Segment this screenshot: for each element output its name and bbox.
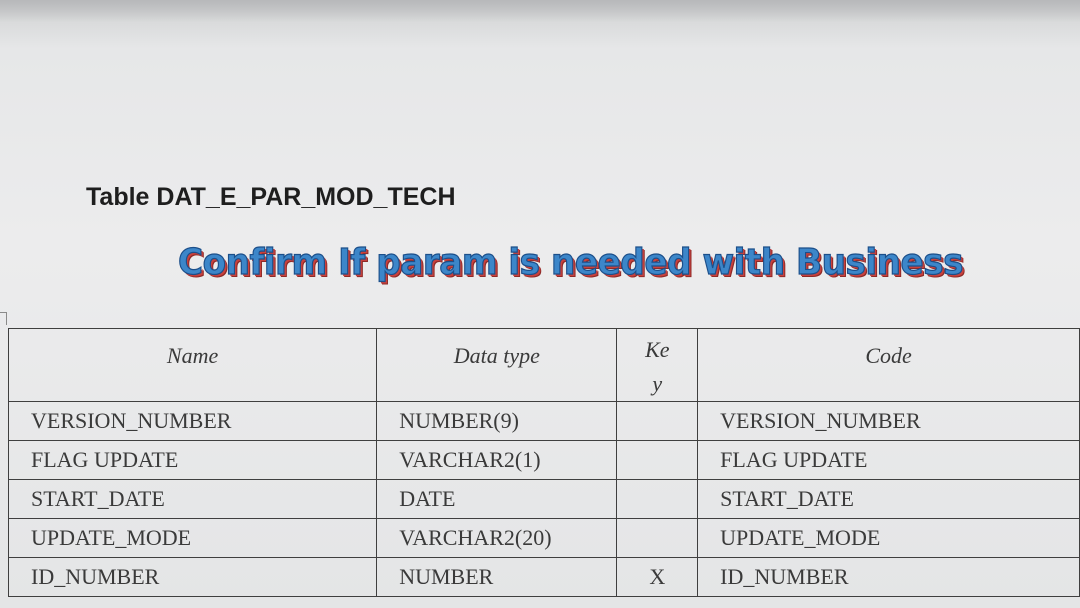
- header-key: Key: [616, 328, 699, 402]
- page-top-shadow: [0, 0, 1080, 22]
- header-data-type: Data type: [376, 328, 618, 402]
- table-row: VERSION_NUMBER NUMBER(9) VERSION_NUMBER: [7, 401, 1080, 441]
- cell-data-type: DATE: [376, 479, 618, 519]
- margin-mark: [0, 312, 7, 325]
- cell-key: X: [616, 557, 699, 597]
- cell-name: ID_NUMBER: [7, 557, 378, 597]
- cell-name: START_DATE: [7, 479, 378, 519]
- table-row: ID_NUMBER NUMBER X ID_NUMBER: [7, 557, 1080, 597]
- cell-code: ID_NUMBER: [697, 557, 1080, 597]
- table-row: UPDATE_MODE VARCHAR2(20) UPDATE_MODE: [7, 518, 1080, 558]
- document-title: Table DAT_E_PAR_MOD_TECH: [86, 183, 456, 211]
- business-confirmation-banner: Confirm If param is needed with Business: [177, 241, 964, 283]
- cell-key: [616, 479, 699, 519]
- cell-data-type: VARCHAR2(1): [376, 440, 618, 480]
- column-definition-table: Name Data type Key Code VERSION_NUMBER N…: [7, 328, 1080, 597]
- header-name: Name: [7, 328, 378, 402]
- cell-data-type: VARCHAR2(20): [376, 518, 618, 558]
- cell-key: [616, 401, 699, 441]
- table-header-row: Name Data type Key Code: [7, 328, 1080, 402]
- cell-code: START_DATE: [697, 479, 1080, 519]
- header-code: Code: [697, 328, 1080, 402]
- cell-key: [616, 440, 699, 480]
- cell-code: FLAG UPDATE: [697, 440, 1080, 480]
- cell-name: UPDATE_MODE: [7, 518, 378, 558]
- cell-data-type: NUMBER(9): [376, 401, 618, 441]
- cell-data-type: NUMBER: [376, 557, 618, 597]
- cell-name: FLAG UPDATE: [7, 440, 378, 480]
- cell-code: UPDATE_MODE: [697, 518, 1080, 558]
- cell-code: VERSION_NUMBER: [697, 401, 1080, 441]
- table-row: START_DATE DATE START_DATE: [7, 479, 1080, 519]
- cell-name: VERSION_NUMBER: [7, 401, 378, 441]
- table-row: FLAG UPDATE VARCHAR2(1) FLAG UPDATE: [7, 440, 1080, 480]
- cell-key: [616, 518, 699, 558]
- header-key-label: Key: [645, 337, 670, 396]
